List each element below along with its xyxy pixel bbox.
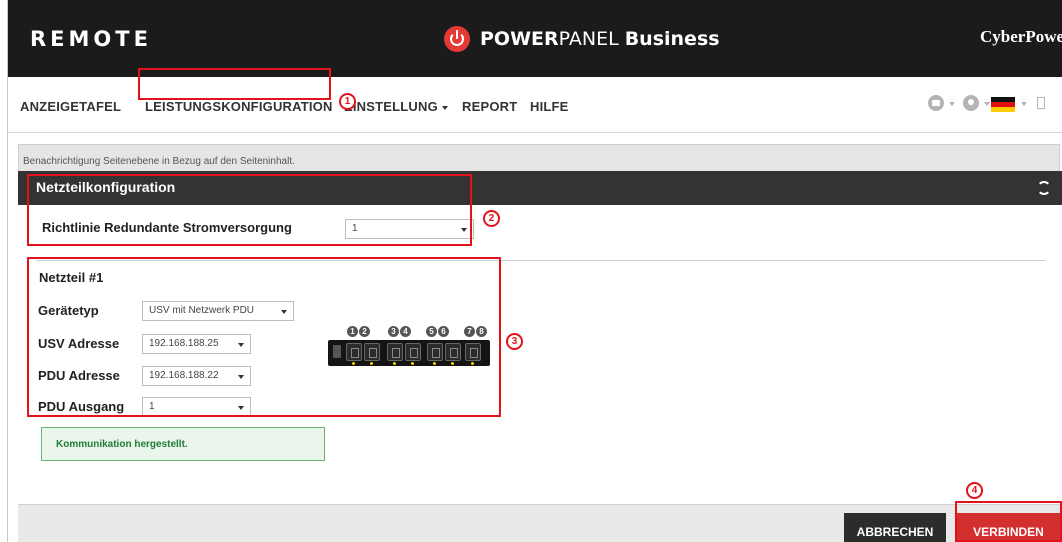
logout-icon[interactable] xyxy=(1037,97,1045,109)
brand-business: Business xyxy=(624,28,720,50)
vendor-logo: CyberPowe xyxy=(980,27,1062,46)
monitor-icon[interactable] xyxy=(928,95,944,111)
brand-power: POWER xyxy=(480,28,559,50)
highlight-box-4 xyxy=(955,501,1062,542)
nav-einstellung[interactable]: EINSTELLUNG xyxy=(344,99,448,114)
status-message: Kommunikation hergestellt. xyxy=(41,427,325,461)
brand: POWER PANEL Business xyxy=(444,26,720,52)
chevron-down-icon xyxy=(1021,102,1027,106)
german-flag-icon[interactable] xyxy=(991,97,1015,112)
top-bar: REMOTE POWER PANEL Business CyberPowe xyxy=(8,0,1062,77)
nav-leistungskonfiguration[interactable]: LEISTUNGSKONFIGURATION xyxy=(145,99,333,114)
power-logo-icon xyxy=(444,26,470,52)
nav-anzeigetafel[interactable]: ANZEIGETAFEL xyxy=(20,99,121,114)
highlight-box-3 xyxy=(27,257,501,417)
annotation-badge-3: 3 xyxy=(506,333,523,350)
cancel-button[interactable]: ABBRECHEN xyxy=(844,513,946,542)
nav-report[interactable]: REPORT xyxy=(462,99,517,114)
brand-panel: PANEL xyxy=(558,28,619,50)
refresh-icon[interactable] xyxy=(1037,181,1051,195)
chevron-down-icon xyxy=(984,102,990,106)
annotation-badge-1: 1 xyxy=(339,93,356,110)
annotation-badge-2: 2 xyxy=(483,210,500,227)
annotation-badge-4: 4 xyxy=(966,482,983,499)
nav-hilfe[interactable]: HILFE xyxy=(530,99,569,114)
chevron-down-icon xyxy=(949,102,955,106)
user-icon[interactable] xyxy=(963,95,979,111)
remote-label: REMOTE xyxy=(30,27,152,51)
highlight-box-2 xyxy=(27,174,472,246)
highlight-box-1 xyxy=(138,68,331,100)
chevron-down-icon xyxy=(441,105,448,110)
